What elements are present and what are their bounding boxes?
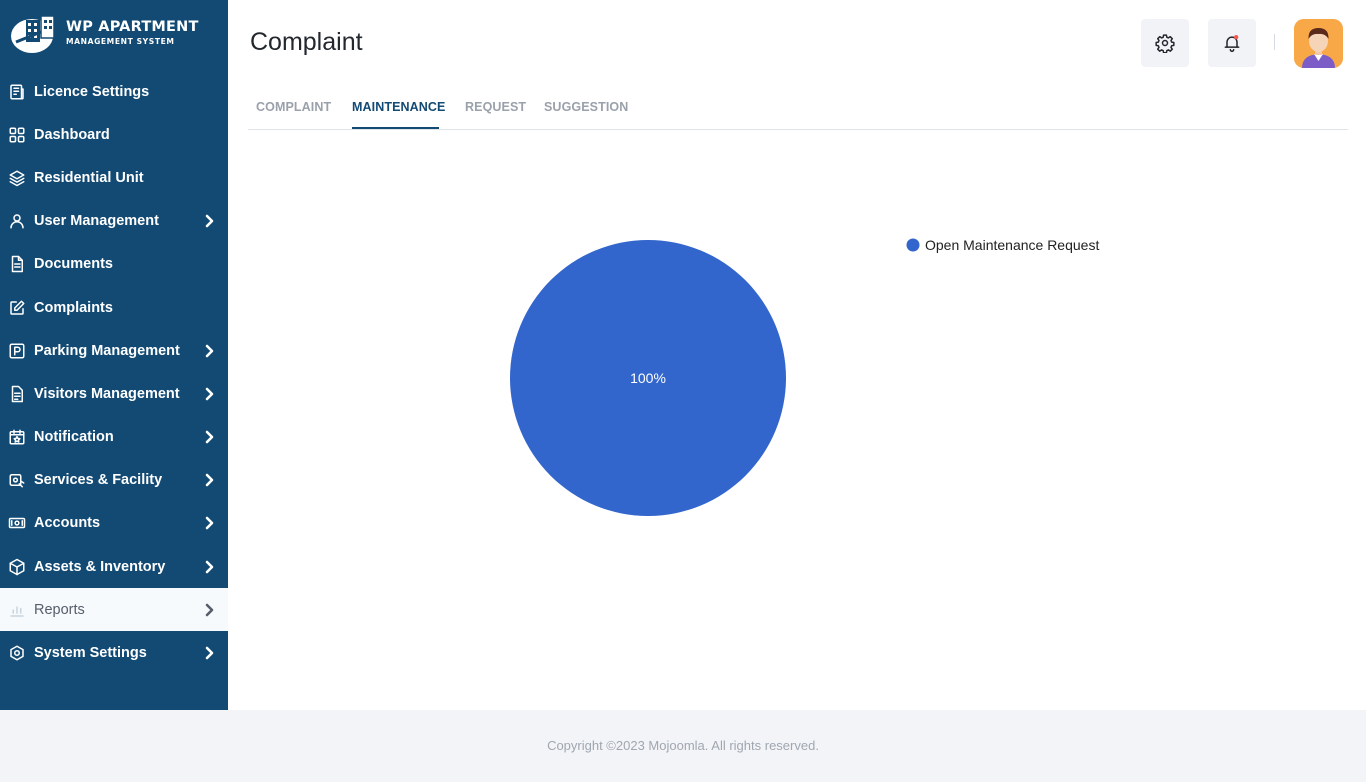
pie-chart-svg: 100% Open Maintenance Request [510,237,1099,516]
settings-button[interactable] [1141,19,1189,67]
chevron-right-icon[interactable] [204,646,216,660]
sidebar-item-accounts[interactable]: Accounts [0,502,228,545]
chevron-right-icon[interactable] [204,603,216,617]
settings-eye-icon [8,644,26,662]
sidebar-item-user-management[interactable]: User Management [0,200,228,243]
sidebar-item-label: Visitors Management [34,385,180,402]
chevron-right-icon[interactable] [204,430,216,444]
sidebar-item-system-settings[interactable]: System Settings [0,631,228,674]
bell-icon [1224,35,1240,53]
report-tabs: COMPLAINT MAINTENANCE REQUEST SUGGESTION [248,90,1348,130]
chevron-right-icon[interactable] [204,387,216,401]
tab-request[interactable]: REQUEST [465,100,526,114]
layers-icon [8,169,26,187]
pie-slice-label: 100% [630,370,666,386]
sidebar-item-services-and-facility[interactable]: Services & Facility [0,459,228,502]
header-divider [1274,34,1275,50]
user-avatar-icon [1294,19,1343,68]
sidebar-item-label: Accounts [34,515,101,532]
tab-complaint[interactable]: COMPLAINT [256,100,331,114]
sidebar-item-label: User Management [34,213,159,230]
box-icon [8,558,26,576]
sidebar-item-visitors-management[interactable]: Visitors Management [0,372,228,415]
sidebar-item-label: Parking Management [34,342,180,359]
sidebar: WP APARTMENT MANAGEMENT SYSTEM Licence S… [0,0,228,710]
reports-icon [8,601,26,619]
legend-marker[interactable] [906,238,920,252]
licence-icon [8,83,26,101]
sidebar-item-label: Complaints [34,299,113,316]
sidebar-item-reports[interactable]: Reports [0,588,228,632]
footer: Copyright ©2023 Mojoomla. All rights res… [0,710,1366,782]
dashboard-icon [8,126,26,144]
user-icon [8,212,26,230]
tab-suggestion[interactable]: SUGGESTION [544,100,628,114]
visitors-icon [8,385,26,403]
maintenance-pie-chart: 100% Open Maintenance Request [248,140,1348,700]
calendar-star-icon [8,428,26,446]
tab-maintenance[interactable]: MAINTENANCE [352,100,445,114]
app-logo[interactable]: WP APARTMENT MANAGEMENT SYSTEM [10,12,199,54]
gear-icon [1155,34,1175,53]
copyright-text: Copyright ©2023 Mojoomla. All rights res… [547,738,819,753]
edit-icon [8,299,26,317]
sidebar-item-label: System Settings [34,645,147,662]
document-icon [8,255,26,273]
sidebar-item-label: Dashboard [34,126,110,143]
sidebar-item-label: Notification [34,429,114,446]
sidebar-item-assets-and-inventory[interactable]: Assets & Inventory [0,545,228,588]
sidebar-item-complaints[interactable]: Complaints [0,286,228,329]
logo-subtitle: MANAGEMENT SYSTEM [66,37,175,47]
sidebar-item-label: Licence Settings [34,83,150,100]
sidebar-item-parking-management[interactable]: Parking Management [0,329,228,372]
sidebar-item-licence-settings[interactable]: Licence Settings [0,70,228,113]
sidebar-menu: Licence Settings Dashboard Residential Uni… [0,70,228,675]
sidebar-item-residential-unit[interactable]: Residential Unit [0,156,228,199]
services-icon [8,471,26,489]
page-title: Complaint [250,28,363,56]
sidebar-item-label: Reports [34,601,85,618]
sidebar-item-label: Residential Unit [34,169,144,186]
sidebar-item-documents[interactable]: Documents [0,243,228,286]
sidebar-item-label: Documents [34,256,113,273]
chevron-right-icon[interactable] [204,473,216,487]
active-tab-indicator [352,127,439,129]
chevron-right-icon[interactable] [204,214,216,228]
sidebar-item-dashboard[interactable]: Dashboard [0,113,228,156]
money-icon [8,514,26,532]
sidebar-item-label: Assets & Inventory [34,558,166,575]
chevron-right-icon[interactable] [204,560,216,574]
user-avatar[interactable] [1294,19,1343,68]
logo-title: WP APARTMENT [66,18,199,35]
legend-label[interactable]: Open Maintenance Request [925,237,1099,253]
chevron-right-icon[interactable] [204,344,216,358]
chevron-right-icon[interactable] [204,516,216,530]
building-logo-icon [11,15,57,53]
notifications-button[interactable] [1208,19,1256,67]
sidebar-item-notification[interactable]: Notification [0,416,228,459]
parking-icon [8,342,26,360]
sidebar-item-label: Services & Facility [34,472,163,489]
